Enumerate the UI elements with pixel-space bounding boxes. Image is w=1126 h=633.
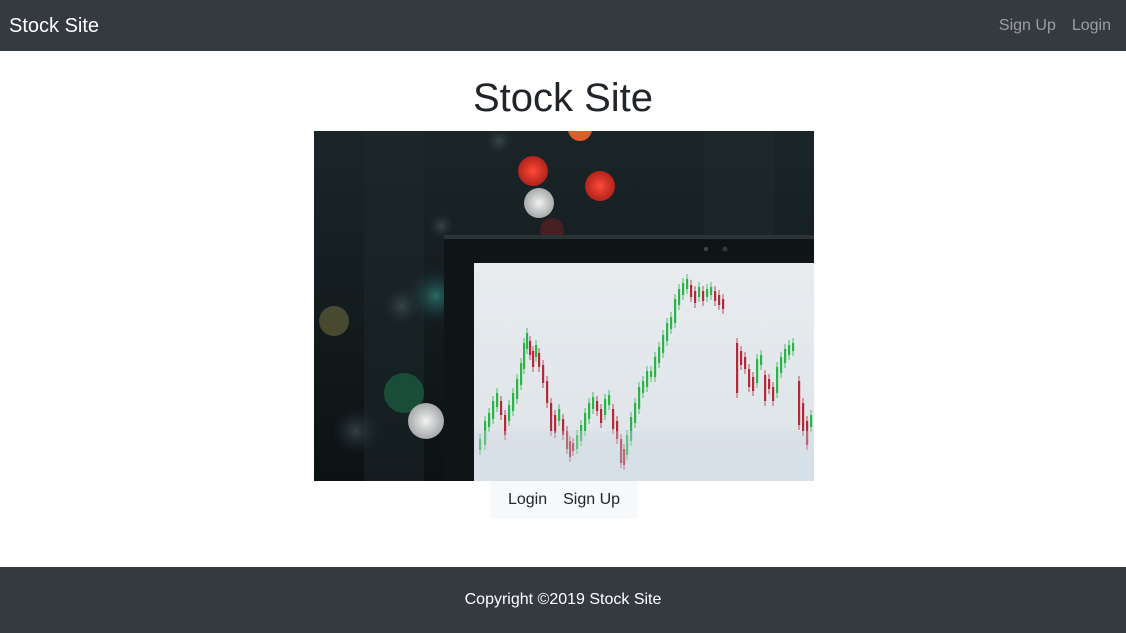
footer-copyright: Copyright ©2019 Stock Site <box>464 591 662 608</box>
decorative-candle-body <box>760 355 763 365</box>
decorative-candle-body <box>756 359 759 383</box>
decorative-candle-body <box>638 387 641 409</box>
decorative-candle-body <box>558 409 561 421</box>
decorative-candle-body <box>780 357 783 373</box>
decorative-candle-body <box>488 413 491 427</box>
decorative-candle-body <box>666 323 669 341</box>
auth-button-group: Login Sign Up <box>490 481 638 519</box>
decorative-candle-body <box>702 291 705 301</box>
decorative-candle-body <box>670 317 673 329</box>
decorative-candle-body <box>520 363 523 385</box>
decorative-candle-body <box>588 403 591 419</box>
decorative-candle-body <box>736 343 739 393</box>
decorative-candle-body <box>492 401 495 419</box>
decorative-candle-body <box>714 291 717 301</box>
decorative-candle-body <box>706 289 709 297</box>
page-footer: Copyright ©2019 Stock Site <box>0 567 1126 633</box>
decorative-candle-body <box>788 345 791 355</box>
decorative-candle-body <box>682 283 685 295</box>
nav-signup-link[interactable]: Sign Up <box>999 17 1056 35</box>
decorative-candle-body <box>748 369 751 387</box>
decorative-candle-body <box>650 371 653 377</box>
decorative-candle-body <box>538 353 541 367</box>
decorative-candle-body <box>802 403 805 431</box>
decorative-candle-body <box>694 291 697 303</box>
decorative-candle-body <box>550 403 553 431</box>
signup-button[interactable]: Sign Up <box>555 481 628 519</box>
decorative-candle-body <box>784 349 787 363</box>
decorative-candle-body <box>612 409 615 429</box>
decorative-candle-body <box>512 393 515 411</box>
decorative-candle-body <box>772 387 775 401</box>
decorative-candle-body <box>592 397 595 409</box>
decorative-candle-body <box>740 351 743 365</box>
decorative-candle-body <box>764 375 767 401</box>
decorative-candle-body <box>654 357 657 377</box>
decorative-candle-body <box>744 357 747 369</box>
decorative-candle-body <box>752 377 755 391</box>
decorative-candle-body <box>776 367 779 393</box>
decorative-candle-body <box>718 295 721 305</box>
decorative-candle-body <box>529 341 532 355</box>
decorative-candle-body <box>532 351 535 367</box>
decorative-candle-body <box>642 381 645 393</box>
top-navbar: Stock Site Sign Up Login <box>0 0 1126 51</box>
decorative-candle-body <box>792 343 795 351</box>
decorative-candle-body <box>535 345 538 357</box>
decorative-candle-body <box>768 379 771 389</box>
decorative-candle-body <box>646 371 649 387</box>
decorative-candle-body <box>678 289 681 305</box>
decorative-candle-body <box>722 299 725 309</box>
decorative-candle-body <box>596 401 599 411</box>
decorative-candle-body <box>600 409 603 423</box>
page-title: Stock Site <box>472 76 654 120</box>
hero-image <box>314 131 814 481</box>
login-button[interactable]: Login <box>500 481 555 519</box>
decorative-candle-body <box>710 287 713 295</box>
decorative-candle-body <box>554 415 557 433</box>
decorative-candle-body <box>658 347 661 363</box>
decorative-candle-body <box>500 401 503 415</box>
decorative-candle-body <box>698 287 701 297</box>
decorative-candle-body <box>523 343 526 369</box>
decorative-candle-body <box>608 395 611 405</box>
decorative-candle-body <box>542 365 545 383</box>
decorative-candle-body <box>690 285 693 297</box>
decorative-candle-body <box>634 403 637 423</box>
decorative-candle-body <box>686 279 689 289</box>
decorative-candle-body <box>584 413 587 431</box>
navbar-brand[interactable]: Stock Site <box>9 16 99 36</box>
decorative-candle-body <box>810 415 813 427</box>
decorative-candle-body <box>798 381 801 425</box>
decorative-candle-body <box>516 379 519 399</box>
nav-login-link[interactable]: Login <box>1072 17 1111 35</box>
decorative-candle-body <box>508 405 511 421</box>
decorative-candle-body <box>674 299 677 323</box>
decorative-candle-body <box>662 335 665 353</box>
decorative-candle-body <box>546 381 549 403</box>
navbar-links: Sign Up Login <box>983 17 1111 35</box>
decorative-candle-body <box>526 333 529 349</box>
decorative-candle-body <box>604 399 607 415</box>
decorative-candle-body <box>496 393 499 407</box>
